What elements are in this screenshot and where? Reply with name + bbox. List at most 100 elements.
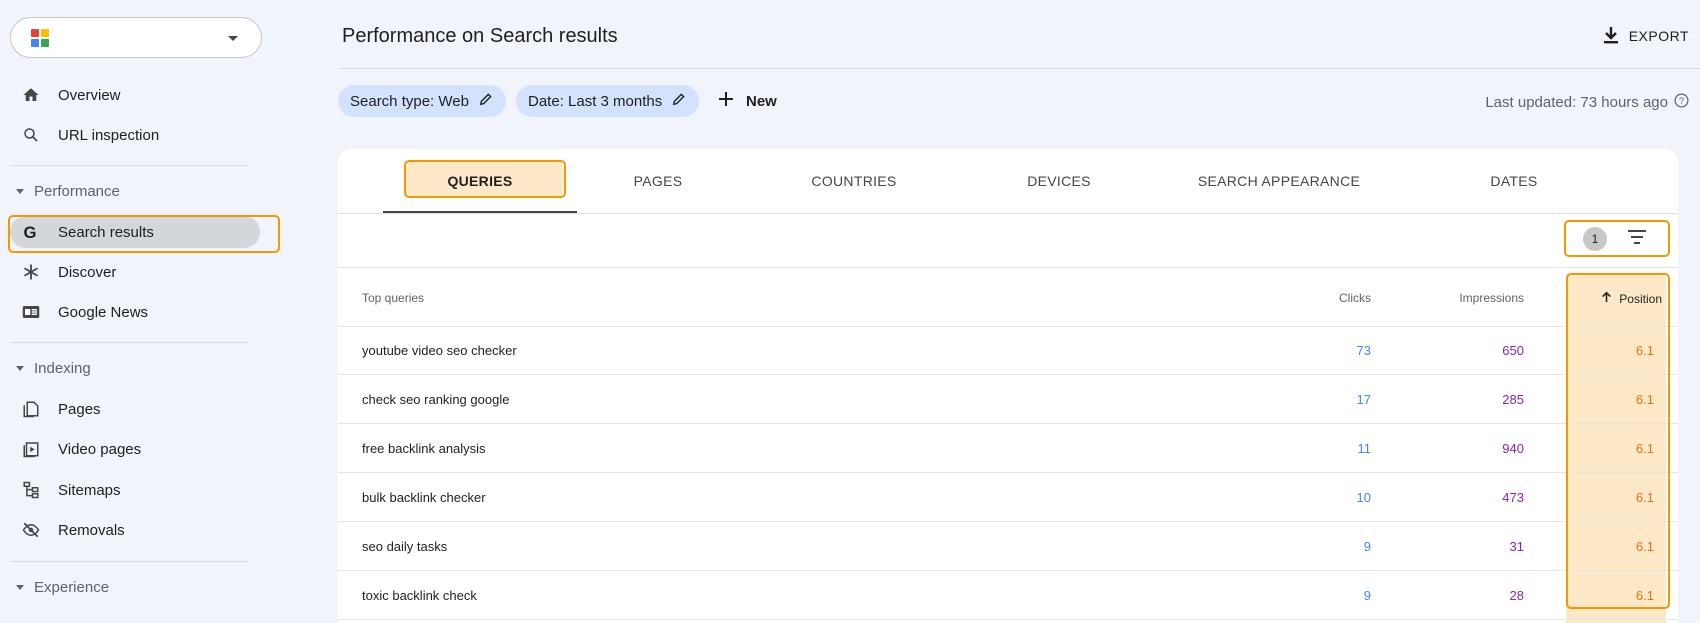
edit-pencil-icon (479, 92, 493, 110)
chip-label: Search type: Web (350, 92, 469, 110)
column-header-clicks[interactable]: Clicks (1339, 291, 1371, 305)
tabs-divider (338, 213, 1678, 214)
sitemap-icon (21, 480, 41, 500)
clicks-cell: 73 (1356, 343, 1371, 358)
section-indexing[interactable]: Indexing (0, 354, 260, 382)
sidebar-item-label: Removals (58, 521, 125, 539)
sidebar-divider (10, 561, 248, 562)
table-row[interactable]: bulk backlink checker 10 473 6.1 (338, 474, 1678, 522)
tab-label: DATES (1490, 173, 1538, 189)
sidebar-item-discover[interactable]: Discover (0, 254, 260, 290)
visibility-off-icon (21, 520, 41, 540)
section-experience[interactable]: Experience (0, 573, 260, 601)
sidebar-divider (10, 342, 248, 343)
section-label: Indexing (34, 359, 91, 377)
column-header-impressions[interactable]: Impressions (1459, 291, 1524, 305)
tab-dates[interactable]: DATES (1409, 149, 1619, 213)
toolbar-divider (338, 267, 1678, 268)
highlight-search-results (8, 215, 280, 253)
clicks-cell: 10 (1356, 490, 1371, 505)
property-selector[interactable] (10, 17, 262, 58)
property-logo-icon (31, 29, 49, 47)
tab-countries[interactable]: COUNTRIES (739, 149, 969, 213)
query-cell: youtube video seo checker (362, 343, 517, 358)
sidebar-item-sitemaps[interactable]: Sitemaps (0, 472, 260, 508)
section-performance[interactable]: Performance (0, 177, 260, 205)
edit-pencil-icon (672, 92, 686, 110)
table-row[interactable]: check seo ranking google 17 285 6.1 (338, 376, 1678, 424)
impressions-cell: 28 (1509, 588, 1524, 603)
table-row[interactable]: youtube video seo checker 73 650 6.1 (338, 327, 1678, 375)
sidebar-item-label: Google News (58, 303, 149, 321)
query-cell: seo daily tasks (362, 539, 448, 554)
last-updated-text: Last updated: 73 hours ago (1485, 94, 1668, 111)
download-icon (1603, 26, 1619, 47)
new-filter-button[interactable]: New (718, 85, 777, 117)
export-label: EXPORT (1628, 28, 1689, 44)
highlight-filter (1564, 220, 1670, 257)
collapse-arrow-icon (16, 585, 24, 590)
query-cell: free backlink analysis (362, 441, 486, 456)
tab-label: COUNTRIES (811, 173, 897, 189)
home-icon (21, 85, 41, 105)
tab-label: SEARCH APPEARANCE (1197, 173, 1361, 189)
table-row[interactable]: seo daily tasks 9 31 6.1 (338, 523, 1678, 571)
table-row[interactable]: toxic backlink check 9 28 6.1 (338, 572, 1678, 620)
impressions-cell: 285 (1502, 392, 1524, 407)
sidebar-item-label: Discover (58, 263, 117, 281)
asterisk-icon (21, 262, 41, 282)
sidebar-item-pages[interactable]: Pages (0, 391, 260, 427)
sidebar-item-video-pages[interactable]: Video pages (0, 431, 260, 467)
sidebar-item-removals[interactable]: Removals (0, 512, 260, 548)
sidebar-item-label: URL inspection (58, 126, 160, 144)
impressions-cell: 31 (1509, 539, 1524, 554)
search-icon (21, 125, 41, 145)
table-row[interactable]: free backlink analysis 11 940 6.1 (338, 425, 1678, 473)
sidebar-item-label: Video pages (58, 440, 142, 458)
help-icon[interactable]: ? (1674, 93, 1689, 112)
collapse-arrow-icon (16, 189, 24, 194)
clicks-cell: 9 (1363, 588, 1371, 603)
tab-label: DEVICES (1027, 173, 1091, 189)
chip-label: Date: Last 3 months (528, 92, 663, 110)
section-label: Experience (34, 578, 110, 596)
date-chip[interactable]: Date: Last 3 months (516, 85, 700, 117)
clicks-cell: 11 (1357, 441, 1372, 456)
sidebar-item-url-inspection[interactable]: URL inspection (0, 117, 260, 153)
results-card: QUERIES PAGES COUNTRIES DEVICES SEARCH A… (338, 149, 1678, 623)
sidebar-divider (10, 165, 248, 166)
export-button[interactable]: EXPORT (1603, 24, 1689, 48)
query-cell: bulk backlink checker (362, 490, 486, 505)
impressions-cell: 473 (1502, 490, 1524, 505)
clicks-cell: 9 (1363, 539, 1371, 554)
tab-pages[interactable]: PAGES (577, 149, 739, 213)
tab-search-appearance[interactable]: SEARCH APPEARANCE (1149, 149, 1409, 213)
sidebar-item-overview[interactable]: Overview (0, 77, 260, 113)
query-cell: check seo ranking google (362, 392, 510, 407)
sidebar-item-label: Pages (58, 400, 101, 418)
impressions-cell: 940 (1502, 441, 1524, 456)
column-header-query[interactable]: Top queries (362, 291, 424, 305)
header-divider (338, 68, 1700, 69)
plus-icon (718, 91, 734, 111)
sidebar-item-google-news[interactable]: Google News (0, 294, 260, 330)
sidebar-item-label: Sitemaps (58, 481, 121, 499)
highlight-queries-tab (404, 160, 566, 198)
dropdown-caret-icon (228, 36, 238, 41)
clicks-cell: 17 (1356, 392, 1371, 407)
sidebar: Overview URL inspection Performance G Se… (0, 0, 280, 623)
tab-label: PAGES (633, 173, 683, 189)
tab-devices[interactable]: DEVICES (969, 149, 1149, 213)
last-updated: Last updated: 73 hours ago ? (1485, 93, 1689, 112)
new-label: New (746, 92, 777, 110)
impressions-cell: 650 (1502, 343, 1524, 358)
section-label: Performance (34, 182, 120, 200)
svg-text:?: ? (1679, 96, 1684, 106)
highlight-position-column (1566, 273, 1670, 609)
collapse-arrow-icon (16, 366, 24, 371)
sidebar-item-label: Overview (58, 86, 121, 104)
search-type-chip[interactable]: Search type: Web (338, 85, 506, 117)
video-pages-icon (21, 439, 41, 459)
pages-icon (21, 399, 41, 419)
query-cell: toxic backlink check (362, 588, 477, 603)
